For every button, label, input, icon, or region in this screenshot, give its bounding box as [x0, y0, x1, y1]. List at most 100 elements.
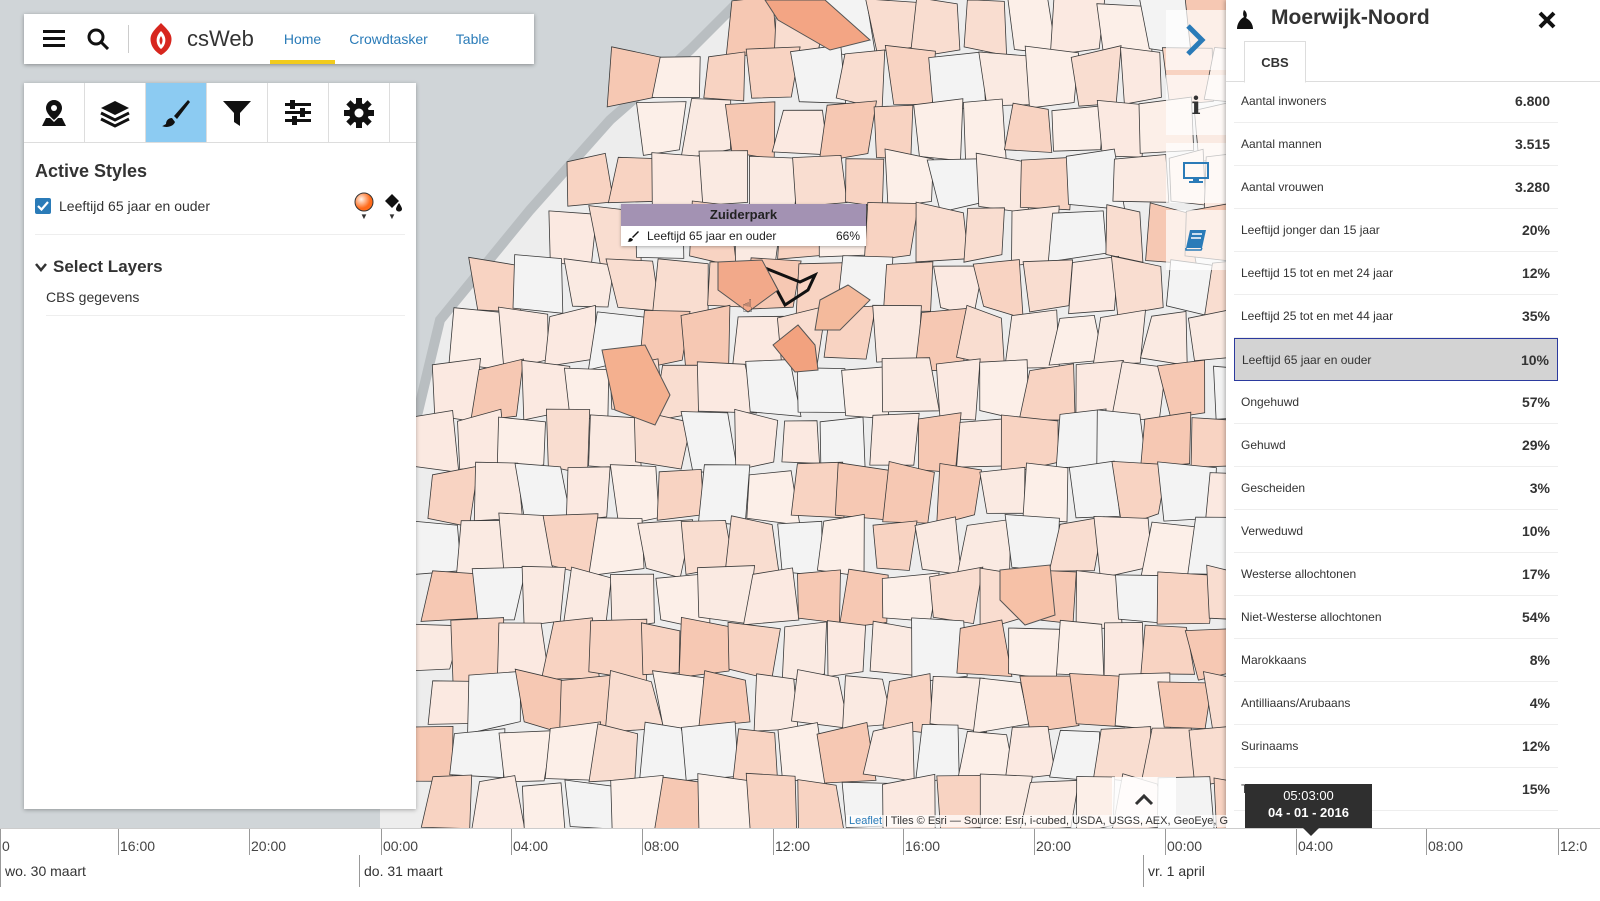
nav-home[interactable]: Home — [269, 14, 336, 64]
neighbourhood-area[interactable] — [956, 619, 1013, 677]
neighbourhood-area[interactable] — [1103, 622, 1145, 683]
neighbourhood-area[interactable] — [1004, 725, 1056, 781]
neighbourhood-area[interactable] — [884, 148, 934, 208]
legend-book-button[interactable] — [1166, 210, 1226, 270]
tool-settings-sliders[interactable] — [268, 83, 329, 142]
neighbourhood-area[interactable] — [781, 420, 820, 464]
neighbourhood-area[interactable] — [449, 728, 506, 779]
neighbourhood-area[interactable] — [1096, 409, 1147, 466]
neighbourhood-area[interactable] — [681, 721, 739, 781]
style-checkbox[interactable] — [35, 198, 51, 214]
neighbourhood-area[interactable] — [753, 673, 799, 732]
neighbourhood-area[interactable] — [963, 207, 1005, 263]
neighbourhood-area[interactable] — [1008, 627, 1062, 681]
neighbourhood-area[interactable] — [427, 465, 479, 528]
neighbourhood-area[interactable] — [588, 618, 648, 682]
neighbourhood-area[interactable] — [1019, 156, 1074, 211]
neighbourhood-area[interactable] — [545, 408, 591, 476]
neighbourhood-area[interactable] — [1047, 210, 1108, 263]
neighbourhood-area[interactable] — [566, 152, 615, 207]
tool-gear[interactable] — [329, 83, 390, 142]
neighbourhood-area[interactable] — [881, 357, 940, 413]
neighbourhood-area[interactable] — [1056, 619, 1105, 677]
leaflet-link[interactable]: Leaflet — [849, 815, 882, 827]
neighbourhood-area[interactable] — [588, 723, 639, 783]
neighbourhood-area[interactable] — [473, 461, 523, 522]
neighbourhood-area[interactable] — [863, 202, 920, 262]
property-row[interactable]: Aantal mannen 3.515 — [1234, 123, 1558, 166]
neighbourhood-area[interactable] — [845, 158, 885, 208]
neighbourhood-area[interactable] — [1024, 45, 1080, 109]
neighbourhood-area[interactable] — [512, 254, 564, 314]
timeline[interactable]: 0 16:00 20:00 00:00 04:00 08:00 12:00 16:00 20:0… — [0, 828, 1600, 901]
neighbourhood-area[interactable] — [792, 154, 848, 208]
neighbourhood-area[interactable] — [913, 98, 964, 162]
property-row[interactable]: Aantal vrouwen 3.280 — [1234, 166, 1558, 209]
property-row[interactable]: Leeftijd 65 jaar en ouder 10% — [1234, 338, 1558, 381]
neighbourhood-area[interactable] — [1068, 460, 1121, 519]
neighbourhood-area[interactable] — [1068, 255, 1120, 315]
neighbourhood-area[interactable] — [882, 261, 934, 313]
neighbourhood-area[interactable] — [636, 101, 687, 156]
neighbourhood-area[interactable] — [979, 466, 1026, 514]
neighbourhood-area[interactable] — [521, 565, 566, 627]
property-row[interactable]: Gehuwd 29% — [1234, 424, 1558, 467]
property-row[interactable]: Marokkaans 8% — [1234, 639, 1558, 682]
neighbourhood-area[interactable] — [427, 680, 475, 725]
neighbourhood-area[interactable] — [872, 304, 922, 363]
select-layers-header[interactable]: Select Layers — [35, 257, 416, 277]
nav-table[interactable]: Table — [442, 14, 503, 64]
neighbourhood-area[interactable] — [640, 622, 681, 676]
neighbourhood-area[interactable] — [1075, 570, 1123, 630]
neighbourhood-area[interactable] — [796, 367, 850, 413]
tool-filter[interactable] — [207, 83, 268, 142]
neighbourhood-area[interactable] — [884, 44, 936, 106]
property-row[interactable]: Surinaams 12% — [1234, 725, 1558, 768]
neighbourhood-area[interactable] — [698, 670, 751, 728]
neighbourhood-area[interactable] — [698, 464, 751, 526]
collapse-panel-button[interactable] — [1166, 10, 1226, 70]
neighbourhood-area[interactable] — [1051, 105, 1105, 152]
neighbourhood-area[interactable] — [797, 569, 841, 624]
neighbourhood-area[interactable] — [746, 470, 801, 526]
neighbourhood-area[interactable] — [609, 464, 660, 527]
neighbourhood-area[interactable] — [929, 566, 984, 625]
neighbourhood-area[interactable] — [1110, 255, 1164, 316]
property-row[interactable]: Antilliaans/Arubaans 4% — [1234, 682, 1558, 725]
tab-cbs[interactable]: CBS — [1244, 41, 1306, 83]
neighbourhood-area[interactable] — [680, 304, 731, 370]
timeline-cursor[interactable]: 05:03:00 04 - 01 - 2016 — [1245, 784, 1372, 828]
neighbourhood-area[interactable] — [588, 517, 645, 577]
property-row[interactable]: Ongehuwd 57% — [1234, 381, 1558, 424]
neighbourhood-area[interactable] — [963, 98, 1007, 163]
neighbourhood-area[interactable] — [498, 730, 554, 783]
neighbourhood-area[interactable] — [588, 414, 642, 471]
neighbourhood-area[interactable] — [882, 461, 935, 524]
neighbourhood-area[interactable] — [1105, 204, 1144, 263]
neighbourhood-area[interactable] — [826, 620, 867, 678]
neighbourhood-area[interactable] — [818, 100, 877, 163]
neighbourhood-area[interactable] — [1022, 462, 1069, 523]
neighbourhood-area[interactable] — [915, 723, 960, 783]
neighbourhood-area[interactable] — [935, 358, 981, 421]
layer-item-cbs[interactable]: CBS gegevens — [46, 289, 405, 316]
color-legend-button[interactable]: ▼ — [351, 191, 377, 221]
neighbourhood-area[interactable] — [651, 56, 701, 98]
neighbourhood-area[interactable] — [563, 258, 615, 308]
neighbourhood-area[interactable] — [564, 779, 619, 830]
neighbourhood-area[interactable] — [651, 258, 709, 316]
property-row[interactable]: Aantal inwoners 6.800 — [1234, 80, 1558, 123]
neighbourhood-area[interactable] — [1092, 309, 1146, 366]
neighbourhood-area[interactable] — [727, 621, 781, 681]
info-button[interactable]: i — [1166, 75, 1226, 135]
tool-map-pin[interactable] — [24, 83, 85, 142]
property-row[interactable]: Gescheiden 3% — [1234, 467, 1558, 510]
property-row[interactable]: Leeftijd 15 tot en met 24 jaar 12% — [1234, 252, 1558, 295]
close-icon[interactable] — [1537, 10, 1557, 30]
neighbourhood-area[interactable] — [819, 416, 866, 469]
neighbourhood-area[interactable] — [872, 520, 918, 571]
property-row[interactable]: Verweduwd 10% — [1234, 510, 1558, 553]
neighbourhood-area[interactable] — [869, 412, 920, 466]
property-row[interactable]: Leeftijd 25 tot en met 44 jaar 35% — [1234, 295, 1558, 338]
neighbourhood-area[interactable] — [1120, 46, 1162, 105]
